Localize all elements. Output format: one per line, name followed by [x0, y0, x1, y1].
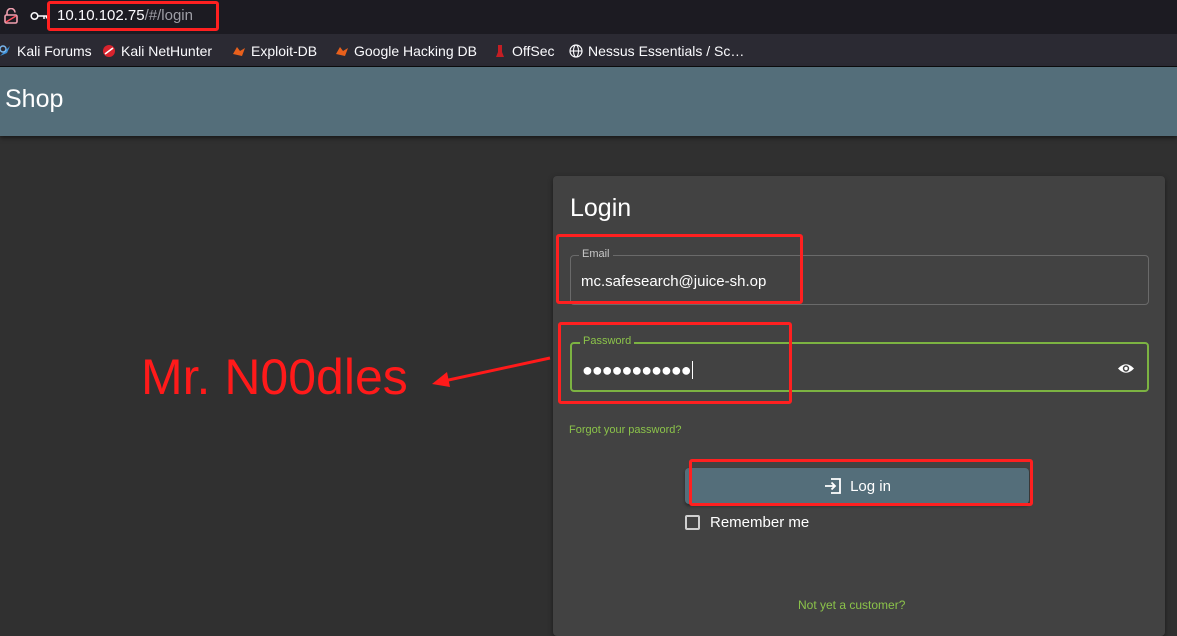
permissions-key-icon[interactable]	[30, 10, 48, 22]
remember-me[interactable]: Remember me	[685, 514, 809, 531]
bookmark-offsec[interactable]: OffSec	[493, 42, 555, 60]
eye-icon[interactable]	[1117, 362, 1135, 375]
globe-icon	[569, 44, 583, 58]
login-title: Login	[570, 194, 632, 222]
bookmark-kali-forums[interactable]: Kali Forums	[0, 42, 92, 60]
forgot-password-link[interactable]: Forgot your password?	[569, 424, 682, 436]
bookmark-kali-nethunter[interactable]: Kali NetHunter	[102, 42, 212, 60]
remember-me-label: Remember me	[710, 514, 810, 531]
app-toolbar: Shop	[0, 67, 1177, 136]
url-highlight-box	[47, 1, 219, 31]
bookmark-google-hacking-db[interactable]: Google Hacking DB	[335, 42, 477, 60]
lock-icon[interactable]	[4, 8, 18, 24]
ghdb-icon	[336, 47, 348, 56]
annotation-arrow	[432, 356, 551, 387]
remember-me-checkbox[interactable]	[685, 515, 700, 530]
kali-forums-icon	[0, 45, 10, 56]
offsec-icon	[496, 45, 504, 57]
kali-nethunter-icon	[103, 45, 115, 57]
bookmark-nessus[interactable]: Nessus Essentials / Sc…	[569, 42, 744, 60]
password-highlight-box	[558, 322, 792, 404]
bookmark-label: Exploit-DB	[251, 43, 318, 59]
bookmark-label: OffSec	[512, 43, 555, 59]
bookmarks-toolbar: Kali Forums Kali NetHunter Exploit-DB Go…	[0, 34, 1177, 67]
register-link[interactable]: Not yet a customer?	[798, 598, 905, 612]
bookmark-label: Google Hacking DB	[354, 43, 477, 59]
bookmark-label: Nessus Essentials / Sc…	[588, 43, 745, 59]
bookmark-exploit-db[interactable]: Exploit-DB	[232, 42, 317, 60]
email-highlight-box	[556, 234, 803, 304]
app-title[interactable]: Shop	[5, 85, 63, 114]
bookmark-label: Kali NetHunter	[121, 43, 213, 59]
annotation-text: Mr. N00dles	[141, 349, 408, 405]
exploit-db-icon	[233, 47, 245, 56]
login-button-highlight-box	[689, 459, 1033, 506]
bookmark-label: Kali Forums	[17, 43, 92, 59]
